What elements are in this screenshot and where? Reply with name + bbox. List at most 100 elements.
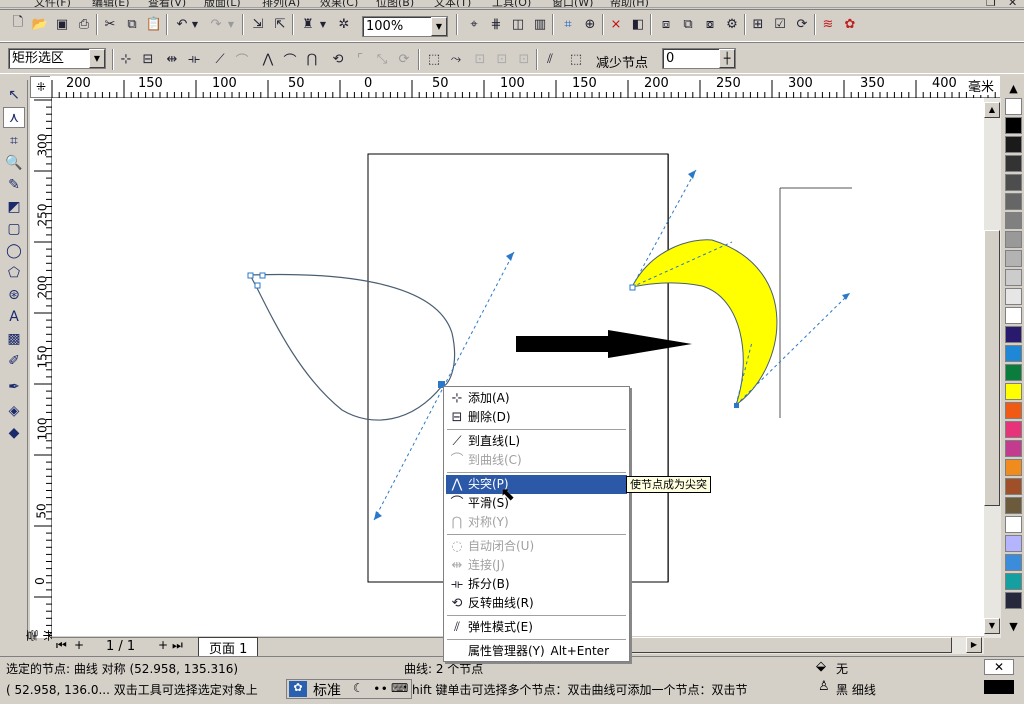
smart-fill-icon[interactable]: ◩: [3, 196, 25, 217]
weld-icon[interactable]: ⊞: [748, 14, 768, 34]
h-scroll-thumb[interactable]: [600, 637, 952, 653]
color-swatch[interactable]: [1005, 136, 1022, 153]
color-swatch[interactable]: [1005, 174, 1022, 191]
scroll-thumb[interactable]: [984, 230, 1000, 506]
menu-item-properties[interactable]: 属性管理器(Y) Alt+Enter: [446, 642, 627, 661]
menu-item-to-curve[interactable]: ⌒ 到曲线(C): [446, 451, 627, 470]
print-icon[interactable]: ⎙: [74, 14, 94, 34]
scroll-down-icon[interactable]: ▼: [984, 618, 1000, 634]
delete-node-icon[interactable]: ⊟: [138, 49, 158, 69]
elastic-mode-icon[interactable]: ⤳: [446, 49, 466, 69]
add-page-after-icon[interactable]: +: [158, 638, 168, 652]
rectangle-tool-icon[interactable]: ▢: [3, 218, 25, 239]
color-swatch[interactable]: [1005, 402, 1022, 419]
ime-keyboard-icon[interactable]: ⌨: [391, 681, 408, 695]
new-file-icon[interactable]: 🗋: [8, 14, 28, 34]
corel-online-icon[interactable]: ✲: [334, 14, 354, 34]
menu-effects[interactable]: 效果(C): [320, 0, 358, 7]
polygon-tool-icon[interactable]: ⬠: [3, 262, 25, 283]
fill-swatch-none[interactable]: ✕: [984, 659, 1014, 675]
menu-item-elastic-mode[interactable]: ⫽ 弹性模式(E): [446, 618, 627, 637]
color-swatch[interactable]: [1005, 421, 1022, 438]
eyedropper-tool-icon[interactable]: ✐: [3, 350, 25, 371]
ime-moon-icon[interactable]: ☾: [353, 681, 364, 695]
color-swatch[interactable]: [1005, 440, 1022, 457]
menu-edit[interactable]: 编辑(E): [92, 0, 130, 7]
outline-tool-icon[interactable]: ✒: [3, 376, 25, 397]
save-icon[interactable]: ▣: [52, 14, 72, 34]
group-icon[interactable]: ⧈: [656, 14, 676, 34]
app-launcher-dropdown-icon[interactable]: ▼: [318, 14, 328, 34]
menu-item-add[interactable]: ⊹ 添加(A): [446, 389, 627, 408]
break-apart-icon[interactable]: ⨯: [606, 14, 626, 34]
color-swatch[interactable]: [1005, 516, 1022, 533]
menu-view[interactable]: 查看(V): [148, 0, 186, 7]
color-swatch[interactable]: [1005, 250, 1022, 267]
extend-curve-icon[interactable]: ⌜: [350, 49, 370, 69]
chevron-down-icon[interactable]: ▼: [89, 49, 105, 68]
text-tool-icon[interactable]: A: [3, 306, 25, 327]
color-swatch[interactable]: [1005, 307, 1022, 324]
color-swatch[interactable]: [1005, 117, 1022, 134]
ime-toolbar[interactable]: ✿ 标准 ☾ ∙∙ ⌨: [286, 679, 412, 699]
color-wheel-icon[interactable]: ✿: [840, 14, 860, 34]
color-swatch[interactable]: [1005, 193, 1022, 210]
menu-item-symmetric[interactable]: ⋂ 对称(Y): [446, 513, 627, 532]
color-swatch[interactable]: [1005, 478, 1022, 495]
menu-item-smooth[interactable]: ⌒ 平滑(S): [446, 494, 627, 513]
chevron-down-icon[interactable]: ▼: [431, 17, 447, 36]
menu-arrange[interactable]: 排列(A): [262, 0, 300, 7]
vertical-scrollbar[interactable]: ▲ ▼: [984, 98, 1001, 638]
freehand-tool-icon[interactable]: ✎: [3, 174, 25, 195]
copy-icon[interactable]: ⧉: [122, 14, 142, 34]
menu-item-to-line[interactable]: ⟋ 到直线(L): [446, 432, 627, 451]
menu-window[interactable]: 窗口(W): [552, 0, 593, 7]
menu-item-break[interactable]: ⟛ 拆分(B): [446, 575, 627, 594]
page-tab[interactable]: 页面 1: [198, 637, 259, 658]
palette-scroll-up-icon[interactable]: ▲: [1006, 82, 1021, 96]
color-swatch[interactable]: [1005, 497, 1022, 514]
import-icon[interactable]: ⇲: [248, 14, 268, 34]
horizontal-scrollbar[interactable]: ▶: [600, 637, 984, 654]
join-nodes-icon[interactable]: ⇹: [162, 49, 182, 69]
ime-mode[interactable]: 标准: [313, 680, 341, 700]
cut-icon[interactable]: ✂: [100, 14, 120, 34]
menu-text[interactable]: 文本(T): [434, 0, 471, 7]
reflect-both-icon[interactable]: ⊡: [514, 49, 534, 69]
color-swatch[interactable]: [1005, 573, 1022, 590]
menu-layout[interactable]: 版面(L): [204, 0, 241, 7]
reduce-nodes-input[interactable]: 0 ┼: [662, 48, 736, 69]
ime-punct-icon[interactable]: ∙∙: [373, 681, 388, 695]
cusp-node-icon[interactable]: ⋀: [258, 49, 278, 69]
select-all-nodes-icon[interactable]: ⬚: [566, 49, 586, 69]
color-swatch[interactable]: [1005, 326, 1022, 343]
align-nodes-icon[interactable]: ⬚: [424, 49, 444, 69]
interactive-tool-icon[interactable]: ▩: [3, 328, 25, 349]
color-swatch[interactable]: [1005, 554, 1022, 571]
color-swatch[interactable]: [1005, 98, 1022, 115]
trim-icon[interactable]: ☑: [770, 14, 790, 34]
snap-grid-icon[interactable]: ⌖: [464, 14, 484, 34]
menu-item-auto-close[interactable]: ◌ 自动闭合(U): [446, 537, 627, 556]
smooth-node-icon[interactable]: ⌒: [280, 49, 300, 69]
app-launcher-icon[interactable]: ♜: [298, 14, 318, 34]
scroll-right-icon[interactable]: ▶: [966, 637, 982, 653]
reverse-direction-icon[interactable]: ⟲: [328, 49, 348, 69]
menu-item-reverse-curve[interactable]: ⟲ 反转曲线(R): [446, 594, 627, 613]
add-page-icon[interactable]: +: [74, 638, 84, 652]
undo-dropdown-icon[interactable]: ▼: [190, 14, 200, 34]
menu-item-join[interactable]: ⇹ 连接(J): [446, 556, 627, 575]
color-swatch[interactable]: [1005, 345, 1022, 362]
transform-icon[interactable]: ⌗: [558, 14, 578, 34]
menu-tools[interactable]: 工具(O): [492, 0, 531, 7]
to-curve-icon[interactable]: ⌒: [232, 49, 252, 69]
minimize-icon[interactable]: ▁: [962, 0, 970, 7]
dynamic-guides-icon[interactable]: ▥: [530, 14, 550, 34]
redo-icon[interactable]: ↷: [206, 14, 226, 34]
redo-dropdown-icon[interactable]: ▼: [226, 14, 236, 34]
menu-bitmaps[interactable]: 位图(B): [376, 0, 414, 7]
crop-tool-icon[interactable]: ⌗: [3, 130, 25, 151]
to-line-icon[interactable]: ⟋: [210, 49, 230, 69]
menu-item-delete[interactable]: ⊟ 删除(D): [446, 408, 627, 427]
intersect-icon[interactable]: ⟳: [792, 14, 812, 34]
